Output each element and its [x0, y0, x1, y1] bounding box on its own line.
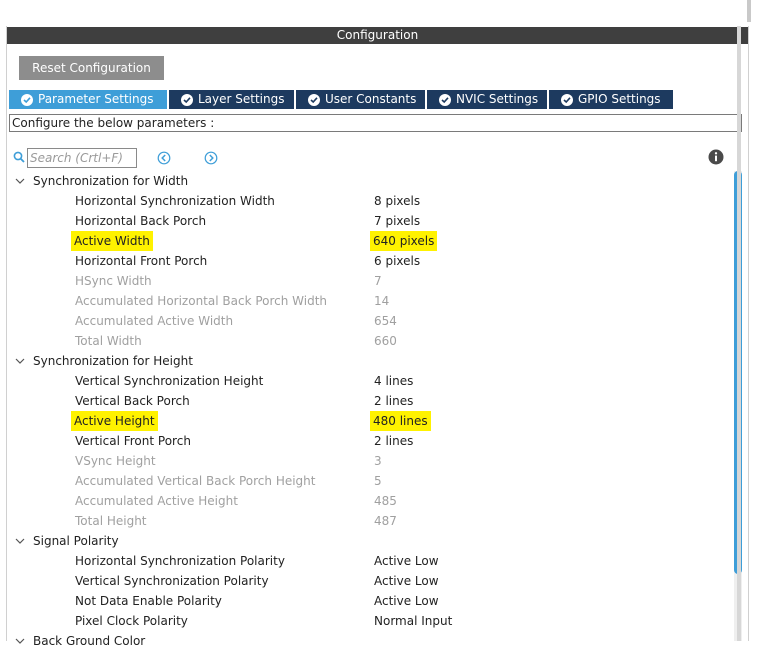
- tab-label: Layer Settings: [198, 92, 285, 106]
- param-row[interactable]: Horizontal Synchronization Width 8 pixels: [7, 191, 732, 211]
- check-circle-icon: [439, 93, 451, 106]
- param-name: VSync Height: [75, 454, 156, 468]
- param-row[interactable]: Horizontal Front Porch 6 pixels: [7, 251, 732, 271]
- param-value: 660: [374, 334, 397, 348]
- group-label: Synchronization for Width: [33, 174, 189, 188]
- param-value: 6 pixels: [374, 254, 421, 268]
- tab-bar: Parameter Settings Layer Settings User C…: [9, 90, 675, 109]
- param-name: Horizontal Front Porch: [75, 254, 208, 268]
- previous-match-icon[interactable]: [157, 151, 171, 168]
- param-row: Accumulated Active Height 485: [7, 491, 732, 511]
- param-row[interactable]: Horizontal Back Porch 7 pixels: [7, 211, 732, 231]
- tab-label: GPIO Settings: [578, 92, 661, 106]
- tab-nvic-settings[interactable]: NVIC Settings: [427, 90, 547, 109]
- param-name: Vertical Front Porch: [75, 434, 191, 448]
- param-row[interactable]: Pixel Clock Polarity Normal Input: [7, 611, 732, 631]
- param-name: Active Width: [71, 231, 153, 251]
- param-value: Normal Input: [374, 614, 453, 628]
- window-right-edge: [737, 26, 741, 641]
- search-icon: [13, 151, 25, 166]
- reset-configuration-button[interactable]: Reset Configuration: [19, 56, 164, 80]
- param-row: VSync Height 3: [7, 451, 732, 471]
- param-row: Accumulated Active Width 654: [7, 311, 732, 331]
- param-name: Accumulated Active Width: [75, 314, 234, 328]
- param-name: Accumulated Horizontal Back Porch Width: [75, 294, 328, 308]
- param-row: HSync Width 7: [7, 271, 732, 291]
- top-strip: [0, 0, 777, 26]
- parameter-tree: Synchronization for Width Horizontal Syn…: [7, 171, 732, 651]
- check-circle-icon: [21, 93, 33, 106]
- param-value: 2 lines: [374, 434, 414, 448]
- param-value: 8 pixels: [374, 194, 421, 208]
- param-name: Pixel Clock Polarity: [75, 614, 188, 628]
- configuration-header: Configuration: [7, 27, 748, 44]
- param-value: 640 pixels: [370, 231, 438, 251]
- param-name: Accumulated Vertical Back Porch Height: [75, 474, 316, 488]
- tab-label: User Constants: [325, 92, 417, 106]
- param-row[interactable]: Vertical Synchronization Height 4 lines: [7, 371, 732, 391]
- configure-description: Configure the below parameters :: [9, 114, 742, 132]
- param-name: Not Data Enable Polarity: [75, 594, 222, 608]
- param-name: Horizontal Back Porch: [75, 214, 207, 228]
- tab-label: NVIC Settings: [456, 92, 539, 106]
- param-row[interactable]: Vertical Back Porch 2 lines: [7, 391, 732, 411]
- group-back-ground-color[interactable]: Back Ground Color: [7, 631, 732, 651]
- param-name: Horizontal Synchronization Width: [75, 194, 275, 208]
- top-edge: [747, 0, 751, 22]
- param-value: Active Low: [374, 594, 439, 608]
- param-value: 7 pixels: [374, 214, 421, 228]
- group-synchronization-width[interactable]: Synchronization for Width: [7, 171, 732, 191]
- param-value: 2 lines: [374, 394, 414, 408]
- param-name: Vertical Back Porch: [75, 394, 190, 408]
- tab-user-constants[interactable]: User Constants: [296, 90, 425, 109]
- param-row: Accumulated Horizontal Back Porch Width 1…: [7, 291, 732, 311]
- param-value: 7: [374, 274, 382, 288]
- param-value: 5: [374, 474, 382, 488]
- tab-gpio-settings[interactable]: GPIO Settings: [549, 90, 673, 109]
- param-row[interactable]: Vertical Synchronization Polarity Active …: [7, 571, 732, 591]
- check-circle-icon: [308, 93, 320, 106]
- group-label: Synchronization for Height: [33, 354, 193, 368]
- group-signal-polarity[interactable]: Signal Polarity: [7, 531, 732, 551]
- param-value: 654: [374, 314, 397, 328]
- param-name: Horizontal Synchronization Polarity: [75, 554, 285, 568]
- param-name: HSync Width: [75, 274, 152, 288]
- param-name: Active Height: [71, 411, 158, 431]
- check-circle-icon: [561, 93, 573, 106]
- param-row[interactable]: Horizontal Synchronization Polarity Activ…: [7, 551, 732, 571]
- param-row-active-width[interactable]: Active Width 640 pixels: [7, 231, 732, 251]
- param-name: Vertical Synchronization Height: [75, 374, 264, 388]
- check-circle-icon: [181, 93, 193, 106]
- param-value: Active Low: [374, 574, 439, 588]
- param-name: Total Width: [75, 334, 142, 348]
- param-value: Active Low: [374, 554, 439, 568]
- param-value: 487: [374, 514, 397, 528]
- search-input[interactable]: [27, 148, 137, 168]
- group-label: Back Ground Color: [33, 634, 146, 648]
- param-value: 14: [374, 294, 390, 308]
- param-value: 4 lines: [374, 374, 414, 388]
- param-row: Total Height 487: [7, 511, 732, 531]
- tab-layer-settings[interactable]: Layer Settings: [169, 90, 294, 109]
- param-value: 480 lines: [370, 411, 431, 431]
- param-row[interactable]: Vertical Front Porch 2 lines: [7, 431, 732, 451]
- tab-parameter-settings[interactable]: Parameter Settings: [9, 90, 167, 109]
- param-row: Total Width 660: [7, 331, 732, 351]
- group-synchronization-height[interactable]: Synchronization for Height: [7, 351, 732, 371]
- param-name: Vertical Synchronization Polarity: [75, 574, 269, 588]
- param-row-active-height[interactable]: Active Height 480 lines: [7, 411, 732, 431]
- group-label: Signal Polarity: [33, 534, 119, 548]
- chevron-down-icon: [15, 631, 25, 657]
- param-name: Total Height: [75, 514, 147, 528]
- configuration-panel: Configuration Reset Configuration Parame…: [6, 26, 749, 648]
- tab-label: Parameter Settings: [38, 92, 154, 106]
- next-match-icon[interactable]: [204, 151, 218, 168]
- param-row: Accumulated Vertical Back Porch Height 5: [7, 471, 732, 491]
- param-value: 3: [374, 454, 382, 468]
- param-row[interactable]: Not Data Enable Polarity Active Low: [7, 591, 732, 611]
- info-icon[interactable]: [708, 149, 724, 168]
- param-value: 485: [374, 494, 397, 508]
- param-name: Accumulated Active Height: [75, 494, 238, 508]
